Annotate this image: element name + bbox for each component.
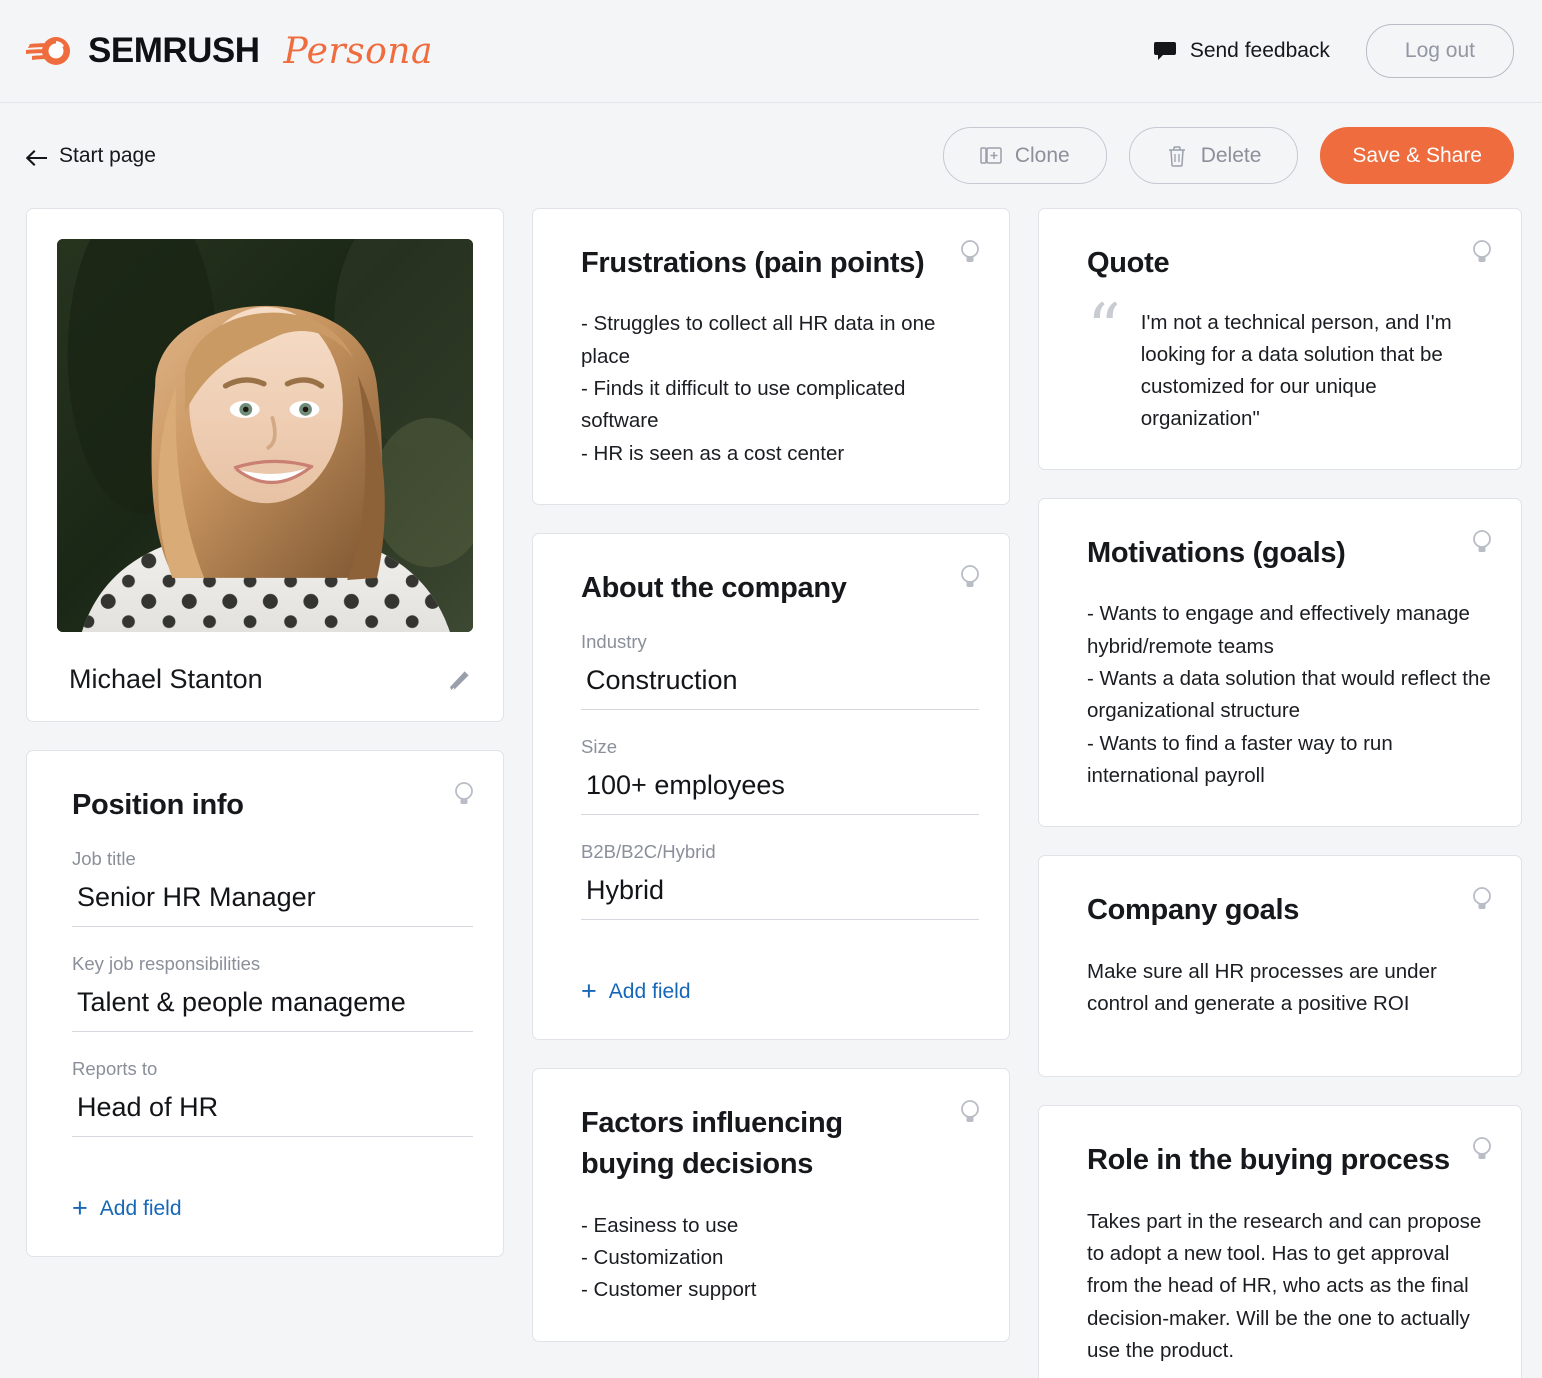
speech-bubble-icon bbox=[1154, 41, 1176, 61]
delete-button[interactable]: Delete bbox=[1129, 127, 1299, 184]
field-value[interactable]: Head of HR bbox=[72, 1090, 473, 1137]
quote-card: Quote “ I'm not a technical person, and … bbox=[1038, 208, 1522, 470]
profile-card: Michael Stanton bbox=[26, 208, 504, 722]
lightbulb-icon[interactable] bbox=[1471, 1136, 1493, 1162]
column-middle: Frustrations (pain points) - Struggles t… bbox=[532, 208, 1010, 1342]
field-value[interactable]: Construction bbox=[581, 663, 979, 710]
lightbulb-icon[interactable] bbox=[1471, 529, 1493, 555]
field-industry[interactable]: Industry Construction bbox=[581, 631, 979, 710]
send-feedback-label: Send feedback bbox=[1190, 39, 1330, 63]
field-label: Reports to bbox=[72, 1058, 473, 1080]
card-title: Factors influencing buying decisions bbox=[581, 1103, 979, 1185]
card-title: Frustrations (pain points) bbox=[581, 243, 979, 284]
card-title: Quote bbox=[1087, 243, 1491, 284]
add-field-button[interactable]: + Add field bbox=[72, 1195, 182, 1222]
profile-name: Michael Stanton bbox=[57, 664, 263, 695]
card-body[interactable]: - Easiness to use - Customization - Cust… bbox=[581, 1210, 979, 1307]
card-title: Company goals bbox=[1087, 890, 1491, 931]
field-label: B2B/B2C/Hybrid bbox=[581, 841, 979, 863]
card-body[interactable]: Make sure all HR processes are under con… bbox=[1087, 956, 1491, 1021]
quotation-mark-icon: “ bbox=[1087, 302, 1121, 435]
lightbulb-icon[interactable] bbox=[959, 1099, 981, 1125]
delete-label: Delete bbox=[1201, 144, 1262, 168]
pencil-icon[interactable] bbox=[447, 667, 473, 693]
column-left: Michael Stanton Position info bbox=[26, 208, 504, 1257]
field-reports-to[interactable]: Reports to Head of HR bbox=[72, 1058, 473, 1137]
field-label: Job title bbox=[72, 848, 473, 870]
about-company-card: About the company Industry Construction … bbox=[532, 533, 1010, 1040]
card-title: Motivations (goals) bbox=[1087, 533, 1491, 574]
field-job-title[interactable]: Job title Senior HR Manager bbox=[72, 848, 473, 927]
start-page-link[interactable]: Start page bbox=[26, 144, 156, 168]
motivations-card: Motivations (goals) - Wants to engage an… bbox=[1038, 498, 1522, 827]
add-field-label: Add field bbox=[609, 980, 691, 1004]
brand-logo[interactable]: SEMRUSH Persona bbox=[26, 31, 433, 72]
lightbulb-icon[interactable] bbox=[959, 239, 981, 265]
save-and-share-button[interactable]: Save & Share bbox=[1320, 127, 1514, 184]
clone-label: Clone bbox=[1015, 144, 1070, 168]
trash-icon bbox=[1166, 145, 1188, 167]
card-title: About the company bbox=[581, 568, 979, 609]
lightbulb-icon[interactable] bbox=[1471, 239, 1493, 265]
card-body[interactable]: - Struggles to collect all HR data in on… bbox=[581, 308, 979, 470]
start-page-label: Start page bbox=[59, 144, 156, 168]
company-goals-card: Company goals Make sure all HR processes… bbox=[1038, 855, 1522, 1077]
card-body[interactable]: Takes part in the research and can propo… bbox=[1087, 1206, 1491, 1368]
add-field-label: Add field bbox=[100, 1197, 182, 1221]
logout-button[interactable]: Log out bbox=[1366, 24, 1514, 78]
add-field-button[interactable]: + Add field bbox=[581, 978, 691, 1005]
send-feedback-button[interactable]: Send feedback bbox=[1154, 39, 1330, 63]
lightbulb-icon[interactable] bbox=[959, 564, 981, 590]
card-body[interactable]: - Wants to engage and effectively manage… bbox=[1087, 598, 1491, 792]
field-value[interactable]: Hybrid bbox=[581, 873, 979, 920]
position-info-card: Position info Job title Senior HR Manage… bbox=[26, 750, 504, 1257]
brand-name: SEMRUSH bbox=[88, 31, 260, 71]
card-title: Position info bbox=[72, 785, 473, 826]
field-value[interactable]: Senior HR Manager bbox=[72, 880, 473, 927]
field-key-responsibilities[interactable]: Key job responsibilities Talent & people… bbox=[72, 953, 473, 1032]
arrow-left-icon bbox=[26, 148, 48, 164]
field-value[interactable]: Talent & people manageme bbox=[72, 985, 473, 1032]
field-label: Size bbox=[581, 736, 979, 758]
action-bar: Start page Clone Delete bbox=[0, 103, 1542, 208]
brand-subtitle: Persona bbox=[284, 31, 433, 72]
card-title: Role in the buying process bbox=[1087, 1140, 1491, 1181]
column-right: Quote “ I'm not a technical person, and … bbox=[1038, 208, 1522, 1378]
plus-icon: + bbox=[72, 1195, 88, 1222]
buying-role-card: Role in the buying process Takes part in… bbox=[1038, 1105, 1522, 1378]
semrush-comet-icon bbox=[26, 33, 74, 69]
frustrations-card: Frustrations (pain points) - Struggles t… bbox=[532, 208, 1010, 505]
field-label: Key job responsibilities bbox=[72, 953, 473, 975]
lightbulb-icon[interactable] bbox=[1471, 886, 1493, 912]
copy-icon bbox=[980, 145, 1002, 167]
field-size[interactable]: Size 100+ employees bbox=[581, 736, 979, 815]
plus-icon: + bbox=[581, 978, 597, 1005]
portrait-photo[interactable] bbox=[57, 239, 473, 632]
company-fields: Industry Construction Size 100+ employee… bbox=[581, 631, 979, 920]
field-b2b-b2c-hybrid[interactable]: B2B/B2C/Hybrid Hybrid bbox=[581, 841, 979, 920]
clone-button[interactable]: Clone bbox=[943, 127, 1107, 184]
quote-text[interactable]: I'm not a technical person, and I'm look… bbox=[1141, 302, 1491, 435]
factors-card: Factors influencing buying decisions - E… bbox=[532, 1068, 1010, 1341]
field-value[interactable]: 100+ employees bbox=[581, 768, 979, 815]
app-header: SEMRUSH Persona Send feedback Log out bbox=[0, 0, 1542, 103]
position-fields: Job title Senior HR Manager Key job resp… bbox=[72, 848, 473, 1137]
field-label: Industry bbox=[581, 631, 979, 653]
persona-grid: Michael Stanton Position info bbox=[0, 208, 1542, 1378]
lightbulb-icon[interactable] bbox=[453, 781, 475, 807]
